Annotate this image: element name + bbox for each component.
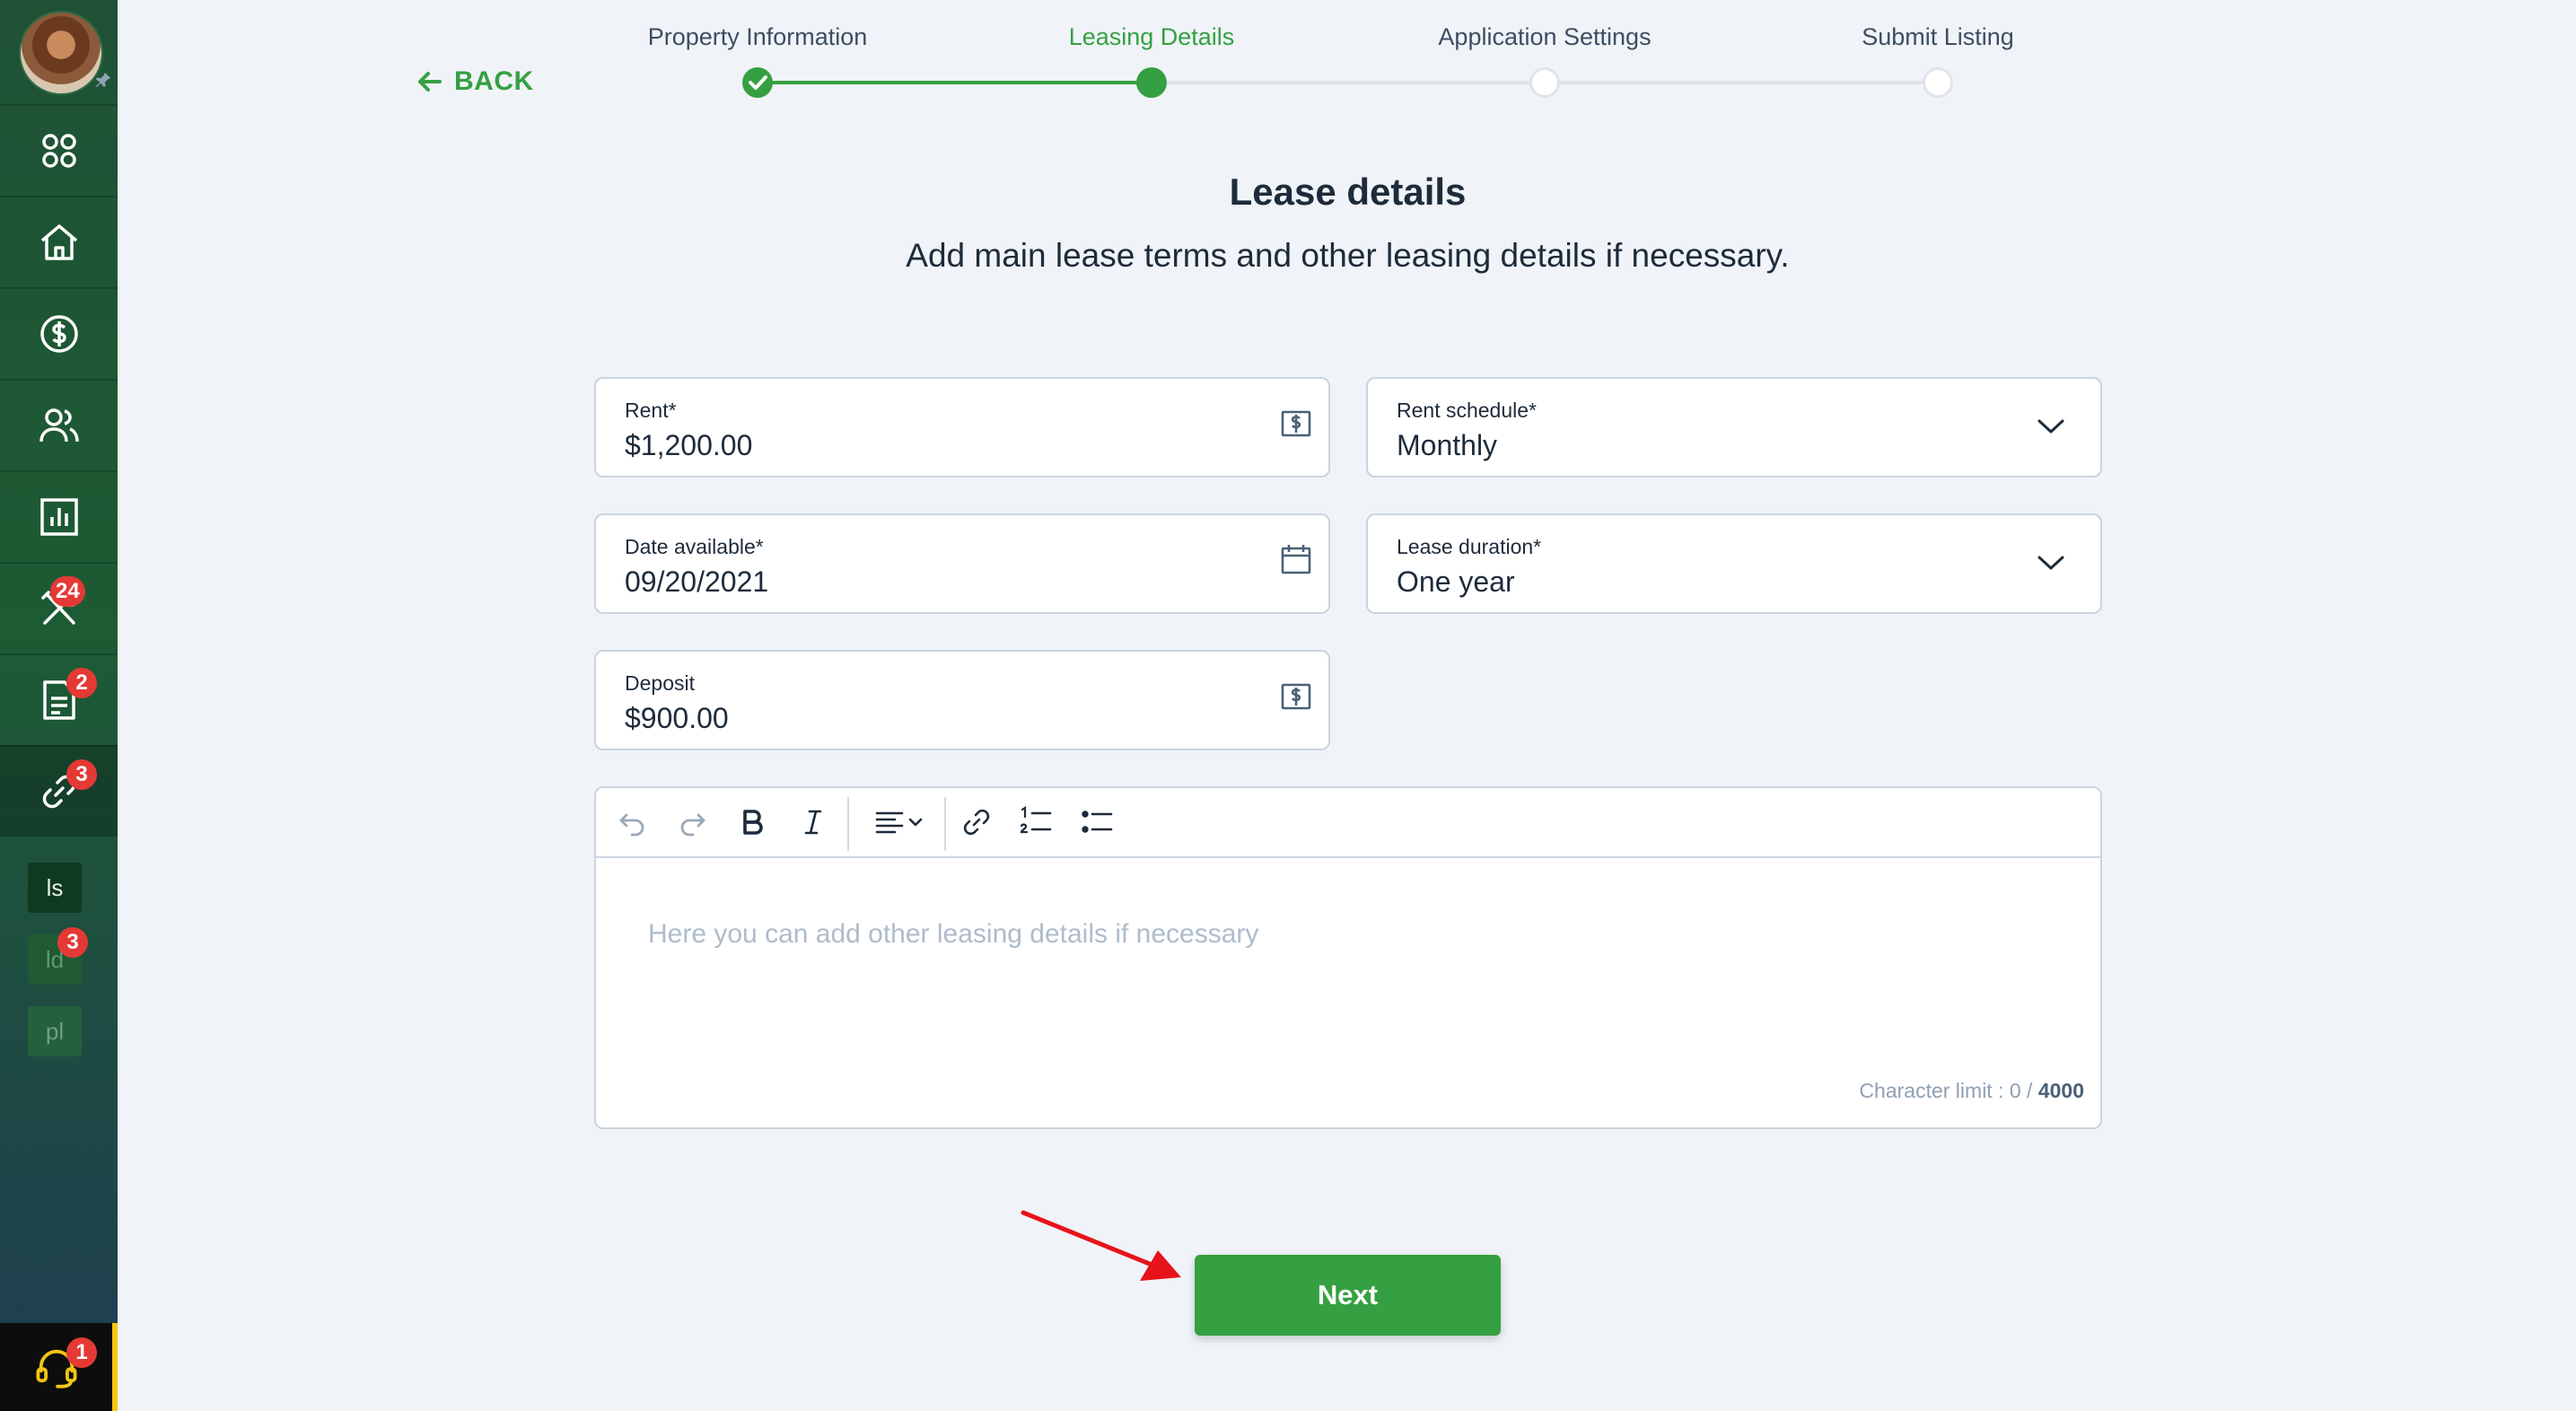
pin-icon[interactable]	[93, 70, 113, 90]
arrow-left-icon	[418, 72, 442, 92]
lease-duration-value: One year	[1397, 565, 1515, 598]
documents-badge: 2	[66, 668, 97, 698]
sidebar-item-people[interactable]	[0, 379, 118, 470]
mini-item-label: pl	[45, 1017, 65, 1045]
deposit-field[interactable]: Deposit $900.00	[594, 650, 1330, 750]
page-subtitle: Add main lease terms and other leasing d…	[906, 237, 1790, 274]
avatar[interactable]	[19, 11, 103, 95]
sidebar-item-reports[interactable]	[0, 470, 118, 562]
mini-item-ld[interactable]: ld 3	[28, 927, 88, 985]
ordered-list-icon	[1020, 805, 1052, 834]
redo-button[interactable]	[675, 804, 711, 840]
rent-schedule-value: Monthly	[1397, 429, 1498, 461]
dollar-circle-icon	[39, 315, 78, 353]
calendar-icon[interactable]	[1276, 540, 1316, 580]
chevron-down-icon	[2037, 419, 2064, 434]
lease-duration-select[interactable]: Lease duration* One year	[1366, 513, 2102, 614]
bold-button[interactable]	[734, 804, 770, 840]
mini-item-ls[interactable]: ls	[28, 863, 82, 913]
ld-badge: 3	[57, 927, 88, 958]
redo-icon	[680, 813, 705, 837]
chart-icon	[39, 498, 78, 536]
step-label-application-settings[interactable]: Application Settings	[1438, 23, 1651, 51]
maintenance-badge: 24	[50, 576, 85, 607]
leasing-details-editor[interactable]: Here you can add other leasing details i…	[594, 786, 2102, 1129]
support-button[interactable]: 1	[0, 1323, 118, 1411]
deposit-value[interactable]: $900.00	[625, 702, 729, 735]
next-button[interactable]: Next	[1195, 1255, 1501, 1336]
date-available-field[interactable]: Date available* 09/20/2021	[594, 513, 1330, 614]
support-badge: 1	[66, 1337, 97, 1368]
editor-toolbar	[596, 788, 2100, 858]
apps-grid-icon	[41, 134, 76, 168]
link-icon	[963, 809, 990, 836]
bold-icon	[743, 810, 763, 835]
rent-label: Rent*	[625, 399, 677, 422]
align-left-icon	[875, 811, 904, 834]
step-label-submit-listing[interactable]: Submit Listing	[1862, 23, 2014, 51]
sidebar-item-payments[interactable]	[0, 287, 118, 379]
people-icon	[39, 408, 79, 443]
back-label: BACK	[454, 66, 534, 96]
toolbar-divider	[847, 797, 849, 851]
step-dot-todo[interactable]	[1923, 67, 1953, 98]
step-dot-todo[interactable]	[1529, 67, 1560, 98]
step-dot-current[interactable]	[1136, 67, 1167, 98]
character-limit: Character limit : 0 / 4000	[1859, 1079, 2084, 1103]
sidebar-item-documents[interactable]: 2	[0, 653, 118, 745]
italic-icon	[804, 810, 822, 835]
toolbar-divider	[944, 797, 946, 851]
character-limit-label: Character limit : 0 /	[1859, 1079, 2038, 1102]
listings-badge: 3	[66, 759, 97, 790]
user-profile[interactable]	[0, 0, 118, 104]
back-button[interactable]: BACK	[415, 66, 534, 97]
date-available-value[interactable]: 09/20/2021	[625, 565, 768, 599]
undo-button[interactable]	[614, 804, 650, 840]
rent-schedule-label: Rent schedule*	[1397, 399, 1537, 422]
step-dot-completed[interactable]	[742, 67, 773, 98]
mini-item-pl[interactable]: pl	[28, 1006, 82, 1056]
check-icon	[749, 75, 767, 90]
chevron-down-icon	[2037, 556, 2064, 570]
rent-value[interactable]: $1,200.00	[625, 429, 752, 462]
bullet-list-icon	[1082, 811, 1113, 833]
annotation-arrow-icon	[1021, 1210, 1181, 1281]
page-title: Lease details	[1229, 171, 1467, 213]
italic-button[interactable]	[795, 804, 831, 840]
link-button[interactable]	[959, 804, 994, 840]
lease-duration-label: Lease duration*	[1397, 535, 1542, 558]
sidebar-item-listings[interactable]: 3	[0, 745, 118, 837]
rent-field[interactable]: Rent* $1,200.00	[594, 377, 1330, 478]
step-label-leasing-details[interactable]: Leasing Details	[1069, 23, 1235, 51]
mini-item-label: ls	[46, 873, 64, 901]
character-limit-max: 4000	[2037, 1079, 2084, 1102]
date-available-label: Date available*	[625, 535, 764, 558]
deposit-label: Deposit	[625, 671, 695, 695]
editor-placeholder[interactable]: Here you can add other leasing details i…	[648, 919, 1258, 950]
bullet-list-button[interactable]	[1079, 804, 1115, 840]
money-icon	[1281, 683, 1311, 710]
sidebar-item-maintenance[interactable]: 24	[0, 562, 118, 653]
ordered-list-button[interactable]	[1018, 804, 1054, 840]
align-dropdown-button[interactable]	[863, 804, 935, 840]
chevron-down-icon	[908, 818, 923, 827]
step-label-property-information[interactable]: Property Information	[648, 23, 868, 51]
money-icon	[1281, 410, 1311, 437]
rent-schedule-select[interactable]: Rent schedule* Monthly	[1366, 377, 2102, 478]
undo-icon	[619, 813, 644, 837]
step-connector	[758, 81, 1152, 84]
